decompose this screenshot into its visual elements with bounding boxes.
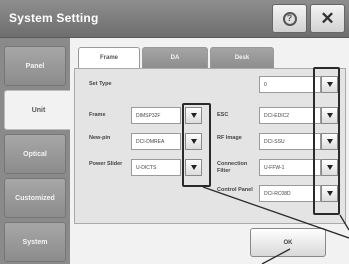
power-slider-field[interactable]: U-DICTS (131, 159, 181, 176)
sidebar-item-label: System (22, 238, 48, 246)
sidebar: Panel Unit Optical Customized System (0, 38, 72, 264)
set-type-label: Set Type (89, 81, 112, 87)
sidebar-item-label: Unit (31, 106, 46, 114)
system-setting-window: System Setting ? ✕ Panel Unit Optical Cu… (0, 0, 349, 264)
rf-image-field[interactable]: DCI-SSU (259, 133, 321, 150)
frame-field[interactable]: DIMSP32F (131, 107, 181, 124)
new-pin-field[interactable]: DCI-DMREA (131, 133, 181, 150)
tab-da[interactable]: DA (142, 47, 208, 69)
ok-button[interactable]: OK (250, 228, 326, 257)
sidebar-item-label: Panel (25, 62, 45, 70)
control-panel-label: Control Panel (217, 187, 253, 193)
tab-label: Frame (99, 55, 118, 61)
help-icon: ? (282, 11, 297, 26)
window-title: System Setting (9, 11, 99, 25)
close-icon: ✕ (320, 9, 335, 28)
set-type-field[interactable]: 0 (259, 76, 321, 93)
title-bar: System Setting ? ✕ (0, 0, 349, 38)
sidebar-item-customized[interactable]: Customized (4, 178, 66, 218)
sidebar-item-label: Customized (15, 194, 55, 202)
help-button[interactable]: ? (272, 4, 307, 33)
sidebar-item-system[interactable]: System (4, 222, 66, 262)
connection-filter-label: Connection Filter (217, 161, 248, 174)
frame-label: Frame (89, 112, 106, 118)
sidebar-item-panel[interactable]: Panel (4, 46, 66, 86)
esc-label: ESC (217, 112, 229, 118)
highlight-frame-left-dropdowns (182, 103, 211, 187)
connection-filter-field[interactable]: U-FFW-1 (259, 159, 321, 176)
rf-image-label: RF Image (217, 135, 242, 141)
close-button[interactable]: ✕ (310, 4, 345, 33)
control-panel-field[interactable]: DCI-RC08D (259, 185, 321, 202)
tab-label: DA (170, 55, 180, 61)
sidebar-item-label: Optical (23, 150, 47, 158)
new-pin-label: New-pin (89, 135, 111, 141)
ok-button-label: OK (283, 239, 293, 246)
esc-field[interactable]: DCI-EDIC2 (259, 107, 321, 124)
sidebar-item-optical[interactable]: Optical (4, 134, 66, 174)
tab-desk[interactable]: Desk (210, 47, 274, 69)
tab-frame[interactable]: Frame (78, 47, 140, 69)
sidebar-item-unit[interactable]: Unit (4, 90, 72, 130)
tab-label: Desk (234, 55, 250, 61)
power-slider-label: Power Slider (89, 161, 123, 167)
highlight-frame-right-dropdowns (313, 67, 340, 215)
